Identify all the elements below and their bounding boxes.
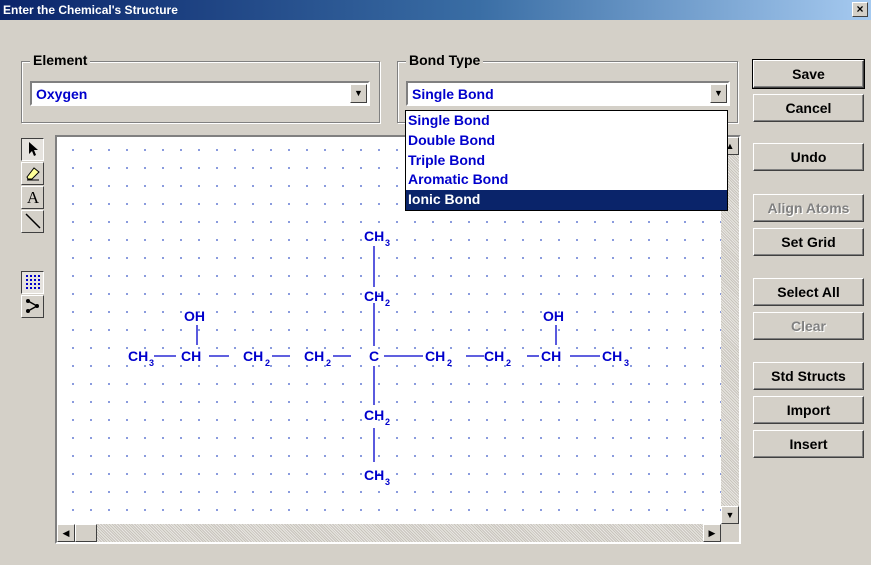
select-all-button[interactable]: Select All: [753, 278, 864, 306]
atom-subscript: 2: [265, 358, 270, 368]
svg-text:A: A: [26, 188, 39, 206]
atom-label: CH: [364, 407, 384, 423]
atom-label: CH: [181, 348, 201, 364]
bond-tool-icon: [25, 299, 39, 313]
atom-label: CH: [243, 348, 263, 364]
atom-subscript: 2: [385, 298, 390, 308]
atom-subscript: 2: [326, 358, 331, 368]
line-tool[interactable]: [21, 210, 44, 233]
pointer-tool[interactable]: [21, 138, 44, 161]
set-grid-button[interactable]: Set Grid: [753, 228, 864, 256]
atom-subscript: 2: [447, 358, 452, 368]
element-legend: Element: [30, 52, 91, 68]
align-atoms-button[interactable]: Align Atoms: [753, 194, 864, 222]
element-group: Element Oxygen ▼: [21, 52, 380, 123]
atom-label: CH: [364, 228, 384, 244]
dropdown-option-selected[interactable]: Ionic Bond: [406, 190, 727, 210]
atom-label: CH: [425, 348, 445, 364]
atom-subscript: 2: [385, 417, 390, 427]
atom-label: CH: [602, 348, 622, 364]
dropdown-option[interactable]: Single Bond: [406, 111, 727, 131]
save-button[interactable]: Save: [752, 59, 865, 89]
element-value: Oxygen: [36, 86, 88, 102]
dropdown-option[interactable]: Triple Bond: [406, 151, 727, 171]
horizontal-scrollbar[interactable]: ◀ ▶: [57, 524, 721, 542]
insert-button[interactable]: Insert: [753, 430, 864, 458]
eraser-icon: [25, 167, 40, 181]
eraser-tool[interactable]: [21, 162, 44, 185]
cancel-button[interactable]: Cancel: [753, 94, 864, 122]
scroll-down-button[interactable]: ▼: [721, 506, 739, 524]
atom-label: CH: [541, 348, 561, 364]
chevron-down-icon[interactable]: ▼: [350, 84, 367, 103]
atom-label: OH: [543, 308, 564, 324]
std-structs-button[interactable]: Std Structs: [753, 362, 864, 390]
atom-label: CH: [304, 348, 324, 364]
pointer-icon: [28, 142, 38, 156]
line-icon: [24, 213, 41, 229]
scroll-right-button[interactable]: ▶: [703, 524, 721, 542]
window-title: Enter the Chemical's Structure: [3, 3, 178, 17]
chevron-down-icon[interactable]: ▼: [710, 84, 727, 103]
grid-icon: [25, 275, 40, 289]
bond-type-select[interactable]: Single Bond ▼: [406, 81, 730, 106]
atom-label: C: [369, 348, 379, 364]
atom-subscript: 3: [385, 238, 390, 248]
atom-subscript: 2: [506, 358, 511, 368]
text-icon: A: [26, 188, 39, 207]
bond-type-legend: Bond Type: [406, 52, 484, 68]
bond-type-value: Single Bond: [412, 86, 494, 102]
atom-label: CH: [364, 288, 384, 304]
atom-subscript: 3: [385, 477, 390, 487]
atom-label: OH: [184, 308, 205, 324]
bond-tool[interactable]: [21, 295, 44, 318]
atom-label: CH: [128, 348, 148, 364]
clear-button[interactable]: Clear: [753, 312, 864, 340]
scroll-corner: [721, 524, 739, 542]
element-select[interactable]: Oxygen ▼: [30, 81, 370, 106]
dropdown-option[interactable]: Aromatic Bond: [406, 170, 727, 190]
title-bar: Enter the Chemical's Structure ×: [0, 0, 871, 20]
text-tool[interactable]: A: [21, 186, 44, 209]
dropdown-option[interactable]: Double Bond: [406, 131, 727, 151]
import-button[interactable]: Import: [753, 396, 864, 424]
grid-tool[interactable]: [21, 271, 44, 294]
close-button[interactable]: ×: [852, 2, 868, 17]
scroll-thumb[interactable]: [75, 524, 97, 542]
atom-label: CH: [364, 467, 384, 483]
bond-type-dropdown[interactable]: Single Bond Double Bond Triple Bond Arom…: [405, 110, 728, 211]
undo-button[interactable]: Undo: [753, 143, 864, 171]
atom-label: CH: [484, 348, 504, 364]
atom-subscript: 3: [149, 358, 154, 368]
scroll-left-button[interactable]: ◀: [57, 524, 75, 542]
atom-subscript: 3: [624, 358, 629, 368]
